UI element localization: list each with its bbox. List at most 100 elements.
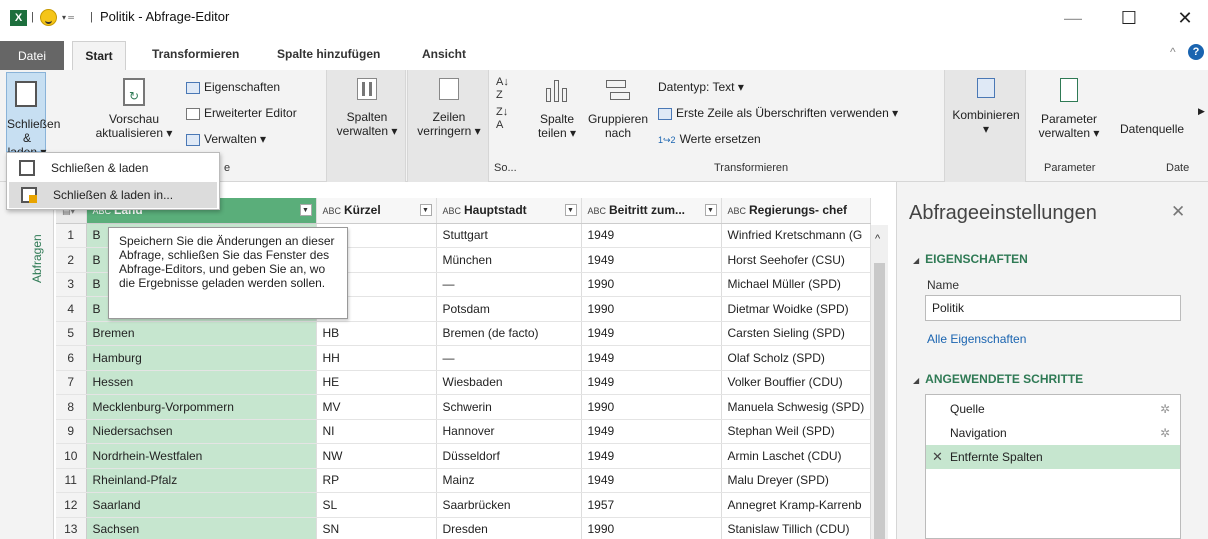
cell-regierungschef[interactable]: Dietmar Woidke (SPD) xyxy=(721,296,872,322)
cell-beitritt[interactable]: 1949 xyxy=(581,321,722,346)
column-header-beitritt[interactable]: ABC Beitritt zum... ▼ xyxy=(581,198,722,224)
menu-item-schliessen-laden-in[interactable]: Schließen & laden in... xyxy=(9,182,217,208)
spalte-teilen-button[interactable]: Spalte teilen ▾ xyxy=(534,78,580,140)
scrollbar-thumb[interactable] xyxy=(874,263,885,539)
cell-regierungschef[interactable]: Horst Seehofer (CSU) xyxy=(721,247,872,273)
cell-hauptstadt[interactable]: Stuttgart xyxy=(436,223,582,248)
tab-transformieren[interactable]: Transformieren xyxy=(152,47,239,61)
table-row[interactable]: 13 Sachsen SN Dresden 1990 Stanislaw Tillich … xyxy=(56,517,872,539)
cell-hauptstadt[interactable]: Bremen (de facto) xyxy=(436,321,582,346)
cell-regierungschef[interactable]: Winfried Kretschmann (G xyxy=(721,223,872,248)
cell-beitritt[interactable]: 1990 xyxy=(581,517,722,539)
cell-regierungschef[interactable]: Stephan Weil (SPD) xyxy=(721,419,872,444)
cell-land[interactable]: Saarland xyxy=(86,492,317,518)
filter-dropdown-icon[interactable]: ▼ xyxy=(419,204,432,216)
row-number[interactable]: 5 xyxy=(56,321,87,346)
cell-land[interactable]: Hamburg xyxy=(86,345,317,371)
row-number[interactable]: 8 xyxy=(56,394,87,420)
cell-regierungschef[interactable]: Manuela Schwesig (SPD) xyxy=(721,394,872,420)
gear-icon[interactable]: ✲ xyxy=(1160,397,1170,421)
row-number[interactable]: 9 xyxy=(56,419,87,444)
cell-hauptstadt[interactable]: Saarbrücken xyxy=(436,492,582,518)
cell-beitritt[interactable]: 1949 xyxy=(581,223,722,248)
abfragen-label[interactable]: Abfragen xyxy=(30,234,44,283)
cell-beitritt[interactable]: 1949 xyxy=(581,419,722,444)
cell-regierungschef[interactable]: Olaf Scholz (SPD) xyxy=(721,345,872,371)
cell-hauptstadt[interactable]: München xyxy=(436,247,582,273)
cell-beitritt[interactable]: 1949 xyxy=(581,370,722,395)
pane-close-button[interactable]: ✕ xyxy=(1171,202,1185,222)
row-number[interactable]: 11 xyxy=(56,468,87,493)
help-icon[interactable]: ? xyxy=(1188,44,1204,60)
cell-kuerzel[interactable]: MV xyxy=(316,394,437,420)
cell-land[interactable]: Nordrhein-Westfalen xyxy=(86,443,317,469)
erweiterter-editor-button[interactable]: Erweiterter Editor xyxy=(186,106,297,120)
ribbon-scroll-right-icon[interactable]: ▶ xyxy=(1198,106,1205,117)
cell-land[interactable]: Sachsen xyxy=(86,517,317,539)
filter-dropdown-icon[interactable]: ▼ xyxy=(299,204,312,216)
cell-beitritt[interactable]: 1957 xyxy=(581,492,722,518)
cell-land[interactable]: Mecklenburg-Vorpommern xyxy=(86,394,317,420)
cell-beitritt[interactable]: 1990 xyxy=(581,272,722,297)
tab-spalte-hinzufuegen[interactable]: Spalte hinzufügen xyxy=(277,47,380,61)
sort-descending-icon[interactable]: Z↓ A xyxy=(496,106,508,132)
table-row[interactable]: 11 Rheinland-Pfalz RP Mainz 1949 Malu Dreyer … xyxy=(56,468,872,493)
tab-datei[interactable]: Datei xyxy=(0,41,64,71)
quick-access-dropdown-icon[interactable]: ▾ ═ xyxy=(62,13,74,22)
step-navigation[interactable]: Navigation ✲ xyxy=(926,421,1180,445)
cell-kuerzel[interactable]: NW xyxy=(316,443,437,469)
cell-hauptstadt[interactable]: — xyxy=(436,272,582,297)
cell-land[interactable]: Rheinland-Pfalz xyxy=(86,468,317,493)
row-number[interactable]: 10 xyxy=(56,443,87,469)
cell-kuerzel[interactable]: NI xyxy=(316,419,437,444)
row-number[interactable]: 6 xyxy=(56,345,87,371)
cell-kuerzel[interactable]: HH xyxy=(316,345,437,371)
column-header-regierungschef[interactable]: ABC Regierungs- chef xyxy=(721,198,872,224)
table-row[interactable]: 12 Saarland SL Saarbrücken 1957 Annegret Kram… xyxy=(56,492,872,518)
maximize-button[interactable]: ☐ xyxy=(1114,6,1144,30)
kombinieren-button[interactable]: Kombinieren ▾ xyxy=(947,78,1025,136)
excel-icon[interactable]: X xyxy=(10,10,27,26)
queries-pane-collapsed[interactable]: › xyxy=(0,182,54,539)
cell-kuerzel[interactable]: HE xyxy=(316,370,437,395)
minimize-button[interactable]: — xyxy=(1058,6,1088,30)
datentyp-dropdown[interactable]: Datentyp: Text ▾ xyxy=(658,80,744,94)
smiley-feedback-icon[interactable] xyxy=(40,9,57,26)
table-row[interactable]: 7 Hessen HE Wiesbaden 1949 Volker Bouffier (C… xyxy=(56,370,872,395)
row-number[interactable]: 2 xyxy=(56,247,87,273)
erste-zeile-button[interactable]: Erste Zeile als Überschriften verwenden … xyxy=(658,106,898,120)
row-number[interactable]: 7 xyxy=(56,370,87,395)
filter-dropdown-icon[interactable]: ▼ xyxy=(564,204,577,216)
cell-kuerzel[interactable]: SL xyxy=(316,492,437,518)
cell-hauptstadt[interactable]: Dresden xyxy=(436,517,582,539)
step-quelle[interactable]: Quelle ✲ xyxy=(926,397,1180,421)
cell-regierungschef[interactable]: Armin Laschet (CDU) xyxy=(721,443,872,469)
datenquelle-button[interactable]: Datenquelle xyxy=(1120,122,1208,136)
column-header-kuerzel[interactable]: ABC Kürzel ▼ xyxy=(316,198,437,224)
table-row[interactable]: 10 Nordrhein-Westfalen NW Düsseldorf 1949 Arm… xyxy=(56,443,872,469)
cell-beitritt[interactable]: 1949 xyxy=(581,247,722,273)
parameter-verwalten-button[interactable]: Parameter verwalten ▾ xyxy=(1030,78,1108,140)
cell-beitritt[interactable]: 1990 xyxy=(581,394,722,420)
step-entfernte-spalten[interactable]: ✕ Entfernte Spalten xyxy=(926,445,1180,469)
row-number[interactable]: 13 xyxy=(56,517,87,539)
cell-regierungschef[interactable]: Carsten Sieling (SPD) xyxy=(721,321,872,346)
verwalten-button[interactable]: Verwalten ▾ xyxy=(186,132,266,146)
sort-ascending-icon[interactable]: A↓ Z xyxy=(496,76,509,102)
zeilen-verringern-button[interactable]: Zeilen verringern ▾ xyxy=(410,78,488,138)
cell-regierungschef[interactable]: Malu Dreyer (SPD) xyxy=(721,468,872,493)
cell-regierungschef[interactable]: Michael Müller (SPD) xyxy=(721,272,872,297)
cell-beitritt[interactable]: 1949 xyxy=(581,345,722,371)
query-name-input[interactable] xyxy=(925,295,1181,321)
cell-beitritt[interactable]: 1949 xyxy=(581,443,722,469)
row-number[interactable]: 4 xyxy=(56,296,87,322)
table-row[interactable]: 5 Bremen HB Bremen (de facto) 1949 Carsten Si… xyxy=(56,321,872,346)
gruppieren-nach-button[interactable]: Gruppieren nach xyxy=(582,78,654,140)
cell-kuerzel[interactable]: HB xyxy=(316,321,437,346)
cell-hauptstadt[interactable]: Schwerin xyxy=(436,394,582,420)
cell-hauptstadt[interactable]: Mainz xyxy=(436,468,582,493)
tab-ansicht[interactable]: Ansicht xyxy=(422,47,466,61)
row-number[interactable]: 3 xyxy=(56,272,87,297)
schritte-section-header[interactable]: ◢ ANGEWENDETE SCHRITTE xyxy=(913,372,1083,386)
tab-start[interactable]: Start xyxy=(72,41,126,71)
